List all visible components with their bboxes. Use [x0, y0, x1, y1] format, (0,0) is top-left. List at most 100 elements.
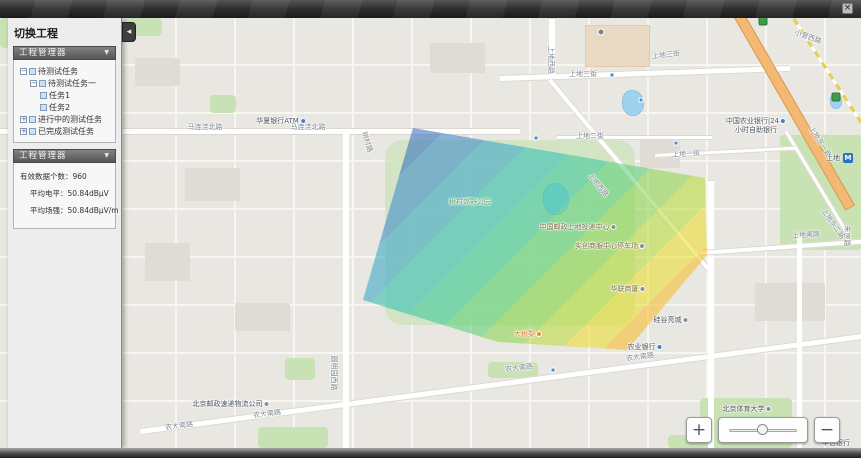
bottom-bar: [0, 448, 861, 458]
tree-item[interactable]: − 待测试任务一: [16, 77, 113, 89]
poi-marker-icon: [264, 401, 270, 407]
poi-label: 农业银行: [628, 342, 663, 352]
park-area: [258, 427, 328, 448]
poi-label: 中国邮政上地投递中心: [540, 222, 617, 232]
chevron-down-icon: ▼: [104, 149, 110, 163]
road-label: 农大南路: [164, 419, 193, 432]
panel-header-label: 工程管理器: [19, 149, 67, 163]
poi-label: 小时自助银行: [735, 125, 777, 135]
tree-item-label: 待测试任务: [38, 66, 78, 77]
tree-item[interactable]: 任务2: [16, 101, 113, 113]
poi-label: 华夏银行ATM: [256, 116, 306, 126]
panel-header-label: 工程管理器: [19, 46, 67, 60]
poi-marker-icon: [611, 224, 617, 230]
bus-stop-icon: [534, 136, 539, 141]
title-bar: ×: [0, 0, 861, 18]
panel-header-project-manager-1[interactable]: 工程管理器 ▼: [13, 46, 116, 60]
collapse-icon[interactable]: −: [30, 80, 37, 87]
park-area: [210, 95, 236, 113]
poi-marker-icon: [300, 118, 306, 124]
road-label: 朱房路: [842, 226, 852, 247]
task-node-icon: [39, 80, 46, 87]
poi-marker-icon: [683, 317, 689, 323]
poi-label: 树村郊野公园: [449, 197, 491, 207]
building-block: [755, 283, 825, 321]
task-node-icon: [29, 68, 36, 75]
poi-label: 北京邮政速递物流公司: [193, 399, 270, 409]
bus-stop-icon: [551, 368, 556, 373]
task-node-icon: [29, 116, 36, 123]
task-node-icon: [40, 104, 47, 111]
highway-shield-icon: [832, 93, 841, 102]
poi-label: 大树梨: [514, 329, 542, 339]
chevron-down-icon: ▼: [104, 46, 110, 60]
highway-shield-icon: [759, 18, 768, 26]
poi-marker-icon: [766, 406, 772, 412]
task-tree: −待测试任务−待测试任务一任务1任务2+进行中的测试任务+已完成测试任务: [13, 60, 116, 143]
road-label: 上地南路: [792, 229, 821, 241]
building-block: [185, 168, 240, 201]
poi-label: 上地: [826, 153, 840, 163]
poi-label: 实创商服中心停车场: [575, 241, 645, 251]
panel-header-project-manager-2[interactable]: 工程管理器 ▼: [13, 149, 116, 163]
road-label: 农大南路: [252, 407, 281, 420]
sidebar-title: 切换工程: [8, 18, 121, 46]
sidebar-collapse-button[interactable]: ◂: [122, 22, 136, 42]
app-window: 马连洼北路马连洼北路上地三街上地三街上地二街上地一街上地西路上地西路树村路圆明园…: [0, 0, 861, 458]
tree-item[interactable]: + 已完成测试任务: [16, 125, 113, 137]
stats-panel: 有效数据个数：960平均电平：50.84dBμV平均场强：50.84dBμV/m: [13, 163, 116, 229]
tree-item-label: 任务2: [49, 102, 70, 113]
poi-dot-icon: [598, 29, 605, 36]
building-block: [145, 243, 190, 281]
expand-icon[interactable]: +: [20, 128, 27, 135]
tree-item-label: 任务1: [49, 90, 70, 101]
poi-label: 硅谷亮城: [654, 315, 689, 325]
bus-stop-icon: [639, 98, 644, 103]
stat-row: 平均电平：50.84dBμV: [16, 185, 113, 202]
park-area: [285, 358, 315, 380]
close-button[interactable]: ×: [842, 3, 853, 14]
map-zoom-control: + −: [686, 415, 842, 445]
road: [708, 180, 714, 448]
road-label: 上地二街: [576, 131, 604, 141]
poi-label: 北京体育大学: [723, 404, 772, 414]
road: [343, 128, 349, 448]
map-canvas[interactable]: 马连洼北路马连洼北路上地三街上地三街上地二街上地一街上地西路上地西路树村路圆明园…: [0, 18, 861, 448]
poi-marker-icon: [780, 118, 786, 124]
project-manager-panel-1: 工程管理器 ▼ −待测试任务−待测试任务一任务1任务2+进行中的测试任务+已完成…: [13, 46, 116, 143]
expand-icon[interactable]: +: [20, 116, 27, 123]
poi-marker-icon: [639, 243, 645, 249]
road-label: 马连洼北路: [188, 122, 223, 132]
poi-label: 华联商厦: [611, 284, 646, 294]
tree-item[interactable]: 任务1: [16, 89, 113, 101]
poi-marker-icon: [657, 344, 663, 350]
building-block: [135, 58, 180, 86]
tree-item-label: 待测试任务一: [48, 78, 96, 89]
collapse-icon[interactable]: −: [20, 68, 27, 75]
bus-stop-icon: [674, 141, 679, 146]
road-label: 圆明园西路: [329, 356, 339, 391]
poi-marker-icon: [536, 331, 542, 337]
water-area: [622, 90, 644, 116]
zoom-out-button[interactable]: −: [814, 417, 840, 443]
metro-station-icon: M: [843, 153, 853, 163]
sidebar-panel: 切换工程 工程管理器 ▼ −待测试任务−待测试任务一任务1任务2+进行中的测试任…: [8, 18, 122, 448]
building-block: [585, 25, 650, 67]
poi-marker-icon: [640, 286, 646, 292]
stat-row: 有效数据个数：960: [16, 168, 113, 185]
task-node-icon: [40, 92, 47, 99]
tree-item[interactable]: +进行中的测试任务: [16, 113, 113, 125]
tree-item-label: 已完成测试任务: [38, 126, 94, 137]
zoom-in-button[interactable]: +: [686, 417, 712, 443]
building-block: [430, 43, 485, 73]
project-manager-panel-2: 工程管理器 ▼ 有效数据个数：960平均电平：50.84dBμV平均场强：50.…: [13, 149, 116, 229]
building-block: [235, 303, 290, 331]
stat-row: 平均场强：50.84dBμV/m: [16, 202, 113, 219]
task-node-icon: [29, 128, 36, 135]
road-label: 上地一街: [672, 148, 700, 159]
zoom-slider-knob[interactable]: [757, 424, 768, 435]
tree-item[interactable]: − 待测试任务: [16, 65, 113, 77]
zoom-slider[interactable]: [718, 417, 808, 443]
road-label: 上地西路: [546, 46, 556, 74]
road-label: 上地三街: [652, 49, 681, 62]
